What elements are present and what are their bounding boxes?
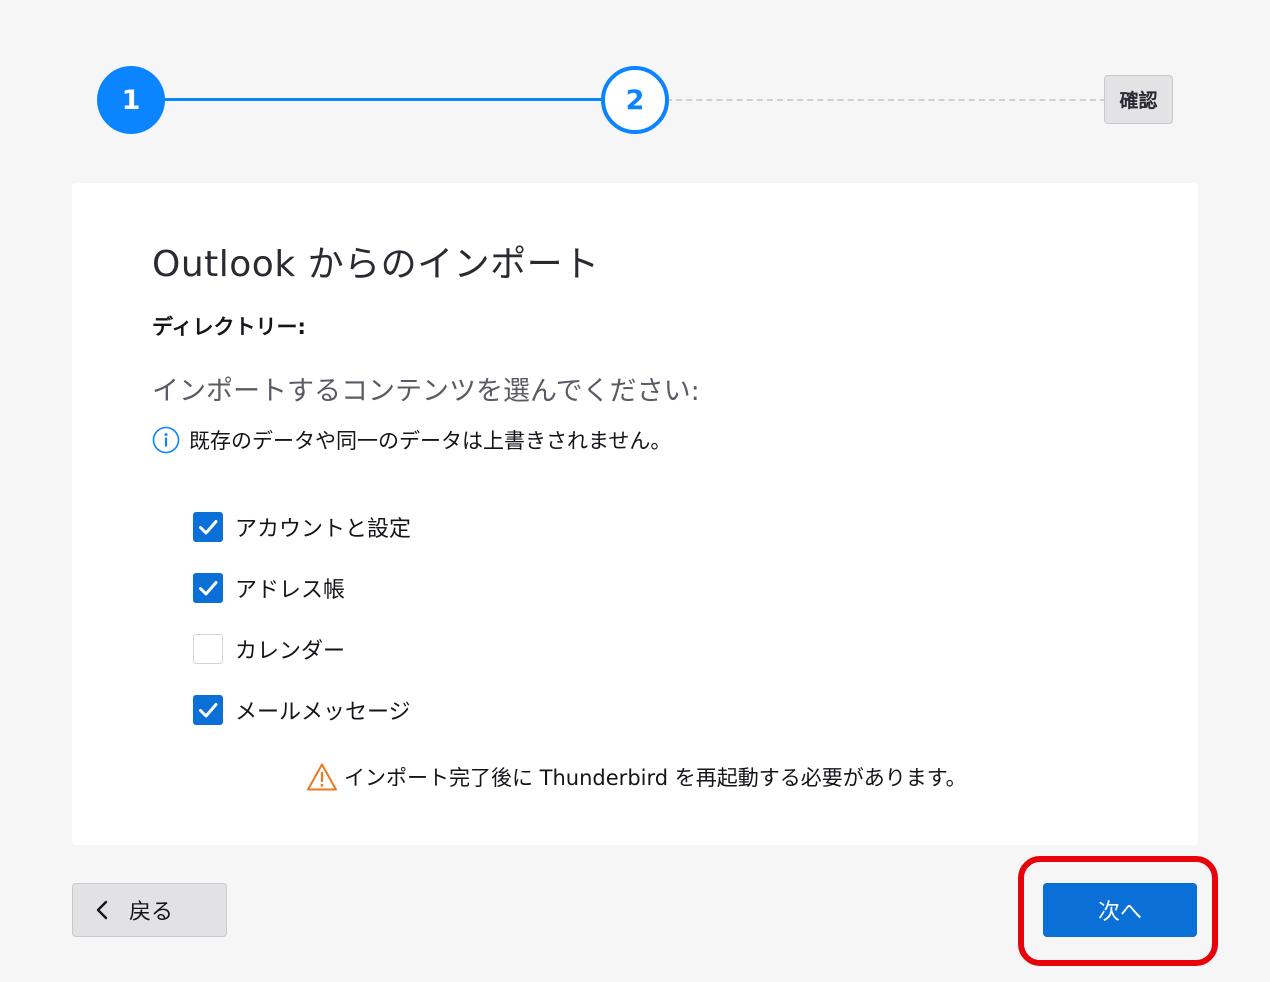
warning-icon <box>307 763 337 791</box>
page-title: Outlook からのインポート <box>152 244 600 285</box>
restart-warning: インポート完了後に Thunderbird を再起動する必要があります。 <box>306 760 967 794</box>
step-2-indicator: 2 <box>601 66 669 134</box>
address-books-checkbox[interactable] <box>193 573 223 603</box>
back-button-label: 戻る <box>129 900 174 925</box>
import-stepper: 1 2 確認 <box>0 0 1270 170</box>
mail-messages-label: メールメッセージ <box>235 700 411 725</box>
next-button[interactable]: 次へ <box>1043 883 1197 937</box>
select-content-prompt: インポートするコンテンツを選んでください: <box>152 376 700 407</box>
chevron-left-icon <box>96 900 108 920</box>
calendars-checkbox[interactable] <box>193 634 223 664</box>
mail-messages-checkbox[interactable] <box>193 695 223 725</box>
back-button[interactable]: 戻る <box>72 883 227 937</box>
info-icon <box>152 426 180 454</box>
option-accounts-settings[interactable]: アカウントと設定 <box>193 511 411 543</box>
step-1-indicator: 1 <box>97 66 165 134</box>
checkmark-icon <box>199 581 218 596</box>
info-note-text: 既存のデータや同一のデータは上書きされません。 <box>189 429 672 453</box>
accounts-settings-checkbox[interactable] <box>193 512 223 542</box>
calendars-label: カレンダー <box>235 639 346 664</box>
option-calendars[interactable]: カレンダー <box>193 633 411 665</box>
next-button-label: 次へ <box>1097 900 1142 925</box>
directory-label: ディレクトリー: <box>152 315 306 339</box>
option-address-books[interactable]: アドレス帳 <box>193 572 411 604</box>
step-confirm-indicator: 確認 <box>1104 75 1173 124</box>
stepper-line-pending <box>666 99 1106 101</box>
checkmark-icon <box>199 703 218 718</box>
address-books-label: アドレス帳 <box>235 578 346 603</box>
accounts-settings-label: アカウントと設定 <box>235 517 412 542</box>
checkmark-icon <box>199 520 218 535</box>
option-mail-messages[interactable]: メールメッセージ <box>193 694 411 726</box>
content-options-list: アカウントと設定 アドレス帳 カレンダー メールメッセージ <box>193 511 411 755</box>
import-card: Outlook からのインポート ディレクトリー: インポートするコンテンツを選… <box>72 183 1198 845</box>
restart-warning-text: インポート完了後に Thunderbird を再起動する必要があります。 <box>344 766 967 790</box>
stepper-line-completed <box>160 98 606 101</box>
info-note: 既存のデータや同一のデータは上書きされません。 <box>152 425 671 455</box>
